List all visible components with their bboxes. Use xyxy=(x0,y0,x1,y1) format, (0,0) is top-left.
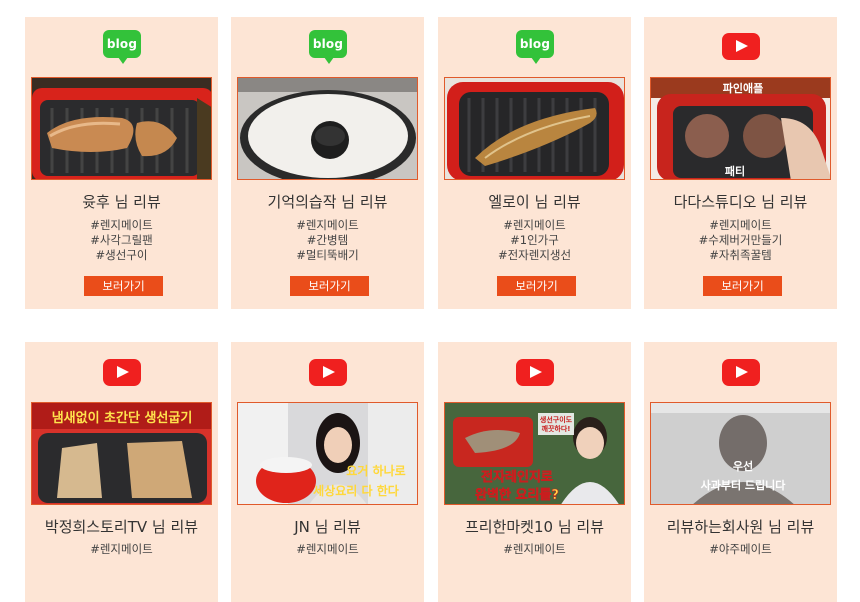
youtube-icon xyxy=(516,359,554,386)
review-card: 생선구이도 깨끗하다! 전자레인지로 완벽한 요리를? 프리한마켓10 님 리뷰… xyxy=(438,342,631,602)
hashtag[interactable]: #수제버거만들기 xyxy=(644,233,837,248)
overlay-caption: 생선구이도 xyxy=(540,415,573,424)
review-title: JN 님 리뷰 xyxy=(294,518,361,536)
tag-list: #렌지메이트 #간병템 #멀티뚝배기 xyxy=(231,218,424,263)
view-review-button[interactable]: 보러가기 xyxy=(497,276,576,296)
hashtag[interactable]: #렌지메이트 xyxy=(231,218,424,233)
review-title: 윳후 님 리뷰 xyxy=(82,193,161,211)
youtube-icon xyxy=(722,33,760,60)
review-title: 기억의습작 님 리뷰 xyxy=(267,193,388,211)
overlay-caption: 패티 xyxy=(725,164,745,178)
hashtag[interactable]: #사각그릴팬 xyxy=(25,233,218,248)
hashtag[interactable]: #렌지메이트 xyxy=(644,218,837,233)
review-thumbnail[interactable]: 생선구이도 깨끗하다! 전자레인지로 완벽한 요리를? xyxy=(444,402,625,505)
review-card: 요거 하나로 세상요리 다 한다 JN 님 리뷰 #렌지메이트 xyxy=(231,342,424,602)
review-title: 리뷰하는회사원 님 리뷰 xyxy=(666,518,815,536)
overlay-caption: 파인애플 xyxy=(723,81,763,95)
view-review-button[interactable]: 보러가기 xyxy=(290,276,369,296)
hashtag[interactable]: #1인가구 xyxy=(438,233,631,248)
blog-icon: blog xyxy=(103,30,141,64)
review-thumbnail[interactable]: 파인애플 패티 xyxy=(650,77,831,180)
tag-list: #렌지메이트 #1인가구 #전자렌지생선 xyxy=(438,218,631,263)
review-card: blog 엘로이 님 리뷰 #렌지메이트 #1인가구 #전자렌지생선 보러가기 xyxy=(438,17,631,309)
review-card: 우선 사과부터 드립니다 리뷰하는회사원 님 리뷰 #야주메이트 xyxy=(644,342,837,602)
youtube-icon xyxy=(309,359,347,386)
view-review-button[interactable]: 보러가기 xyxy=(84,276,163,296)
overlay-caption: 우선 xyxy=(733,459,753,473)
overlay-caption: 요거 하나로 xyxy=(346,463,405,478)
review-thumbnail[interactable]: 요거 하나로 세상요리 다 한다 xyxy=(237,402,418,505)
review-card: blog 윳후 님 리뷰 #렌지메이트 #사각그릴팬 #생선구이 보러가기 xyxy=(25,17,218,309)
review-title: 박정희스토리TV 님 리뷰 xyxy=(44,518,199,536)
hashtag[interactable]: #멀티뚝배기 xyxy=(231,248,424,263)
youtube-icon xyxy=(103,359,141,386)
overlay-caption: 깨끗하다! xyxy=(542,424,571,433)
review-thumbnail[interactable] xyxy=(31,77,212,180)
view-review-button[interactable]: 보러가기 xyxy=(703,276,782,296)
youtube-icon xyxy=(722,359,760,386)
overlay-caption: 전자레인지로 xyxy=(481,469,553,485)
review-thumbnail[interactable]: 냄새없이 초간단 생선굽기 xyxy=(31,402,212,505)
overlay-caption: 냄새없이 초간단 생선굽기 xyxy=(52,410,193,426)
hashtag[interactable]: #전자렌지생선 xyxy=(438,248,631,263)
overlay-caption: 세상요리 다 한다 xyxy=(313,483,399,498)
review-title: 엘로이 님 리뷰 xyxy=(488,193,581,211)
blog-icon: blog xyxy=(309,30,347,64)
review-thumbnail[interactable] xyxy=(444,77,625,180)
overlay-caption: 사과부터 드립니다 xyxy=(701,478,787,492)
review-card: 냄새없이 초간단 생선굽기 박정희스토리TV 님 리뷰 #렌지메이트 xyxy=(25,342,218,602)
blog-icon: blog xyxy=(516,30,554,64)
hashtag[interactable]: #간병템 xyxy=(231,233,424,248)
hashtag[interactable]: #렌지메이트 xyxy=(25,218,218,233)
review-card: 파인애플 패티 다다스튜디오 님 리뷰 #렌지메이트 #수제버거만들기 #자취족… xyxy=(644,17,837,309)
review-thumbnail[interactable] xyxy=(237,77,418,180)
tag-list: #렌지메이트 #사각그릴팬 #생선구이 xyxy=(25,218,218,263)
hashtag[interactable]: #렌지메이트 xyxy=(438,218,631,233)
review-thumbnail[interactable]: 우선 사과부터 드립니다 xyxy=(650,402,831,505)
tag-list: #렌지메이트 #수제버거만들기 #자취족꿀템 xyxy=(644,218,837,263)
review-card: blog 기억의습작 님 리뷰 #렌지메이트 #간병템 #멀티뚝배기 보러가기 xyxy=(231,17,424,309)
review-title: 다다스튜디오 님 리뷰 xyxy=(673,193,808,211)
review-title: 프리한마켓10 님 리뷰 xyxy=(464,518,605,536)
overlay-caption: 완벽한 요리를? xyxy=(475,487,559,503)
hashtag[interactable]: #생선구이 xyxy=(25,248,218,263)
hashtag[interactable]: #자취족꿀템 xyxy=(644,248,837,263)
